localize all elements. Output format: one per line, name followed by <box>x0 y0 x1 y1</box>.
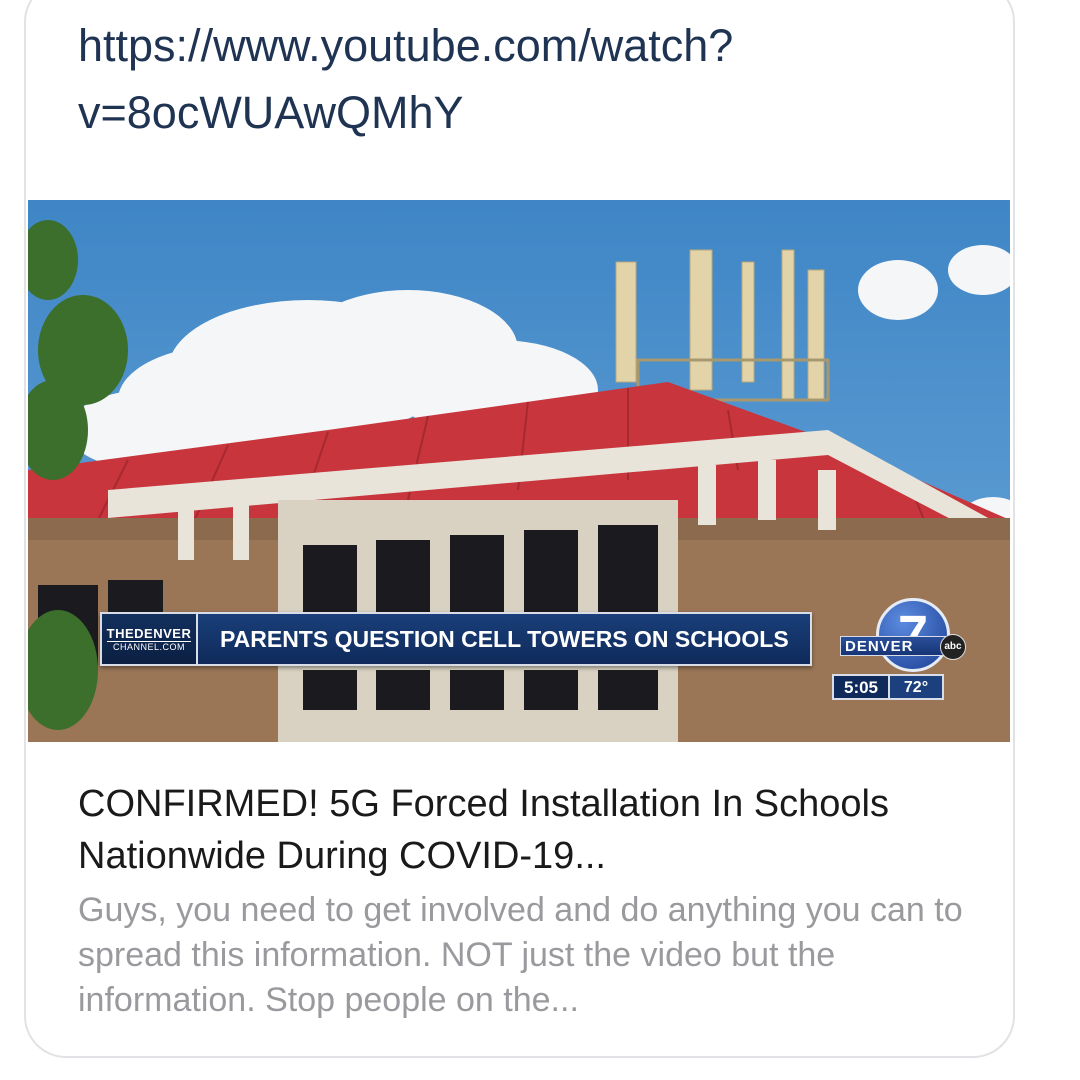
link-title[interactable]: CONFIRMED! 5G Forced Installation In Sch… <box>78 778 978 882</box>
broadcast-temperature: 72° <box>890 674 944 700</box>
channel-logo-line2: CHANNEL.COM <box>112 641 185 652</box>
network-logo-icon: abc <box>940 634 966 660</box>
station-name: DENVER <box>840 636 950 656</box>
link-description: Guys, you need to get involved and do an… <box>78 891 963 1019</box>
broadcast-time: 5:05 <box>832 674 890 700</box>
news-chyron: THEDENVER CHANNEL.COM PARENTS QUESTION C… <box>100 612 812 666</box>
link-url-line2: v=8ocWUAwQMhY <box>78 87 464 138</box>
station-logo-icon: 7 <box>876 598 950 672</box>
link-url[interactable]: https://www.youtube.com/watch? v=8ocWUAw… <box>78 12 938 146</box>
link-url-line1: https://www.youtube.com/watch? <box>78 20 734 71</box>
channel-logo-line1: THEDENVER <box>106 625 192 642</box>
video-thumbnail[interactable]: THEDENVER CHANNEL.COM PARENTS QUESTION C… <box>28 200 1010 742</box>
link-preview-card[interactable]: https://www.youtube.com/watch? v=8ocWUAw… <box>24 0 1015 1058</box>
chyron-headline: PARENTS QUESTION CELL TOWERS ON SCHOOLS <box>198 612 812 666</box>
station-number: 7 <box>897 605 929 665</box>
channel-logo: THEDENVER CHANNEL.COM <box>100 612 198 666</box>
